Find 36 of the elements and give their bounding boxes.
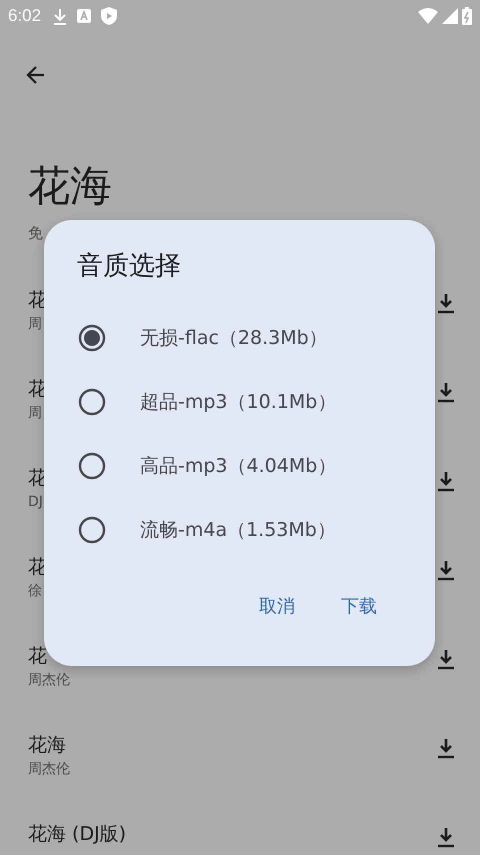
option-label[interactable]: 无损-flac（28.3Mb） [140,325,328,351]
download-icon[interactable] [436,737,456,759]
download-icon[interactable] [436,381,456,403]
download-icon [53,8,68,24]
radio-button[interactable] [78,388,106,416]
download-icon[interactable] [436,292,456,314]
shield-icon [101,7,118,25]
option-label[interactable]: 流畅-m4a（1.53Mb） [140,517,336,543]
dialog-title: 音质选择 [77,250,181,283]
song-artist: 周杰伦 [28,760,70,779]
radio-button[interactable] [78,324,106,352]
wifi-icon [418,8,438,24]
page-title: 花海 [27,160,113,212]
page-subtitle: 免 [27,223,44,243]
download-button[interactable]: 下载 [339,588,379,624]
status-time: 6:02 [8,6,42,26]
song-artist: DJ [28,493,43,512]
radio-button[interactable] [78,516,106,544]
option-label[interactable]: 超品-mp3（10.1Mb） [140,389,336,415]
option-label[interactable]: 高品-mp3（4.04Mb） [140,453,336,479]
signal-icon [442,8,458,24]
song-artist: 徐 [28,582,42,601]
download-icon[interactable] [436,559,456,581]
download-icon[interactable] [436,648,456,670]
download-icon[interactable] [436,470,456,492]
download-icon[interactable] [436,826,456,848]
battery-icon [462,7,472,25]
song-artist: 周 [28,315,42,334]
song-title: 花海 [28,733,66,758]
font-icon [77,9,92,23]
cancel-button[interactable]: 取消 [257,588,297,624]
radio-button[interactable] [78,452,106,480]
song-title: 花海 (DJ版) [28,822,126,847]
song-title: 花 [28,644,47,669]
song-artist: 周 [28,404,42,423]
song-artist: 周杰伦 [28,671,70,690]
